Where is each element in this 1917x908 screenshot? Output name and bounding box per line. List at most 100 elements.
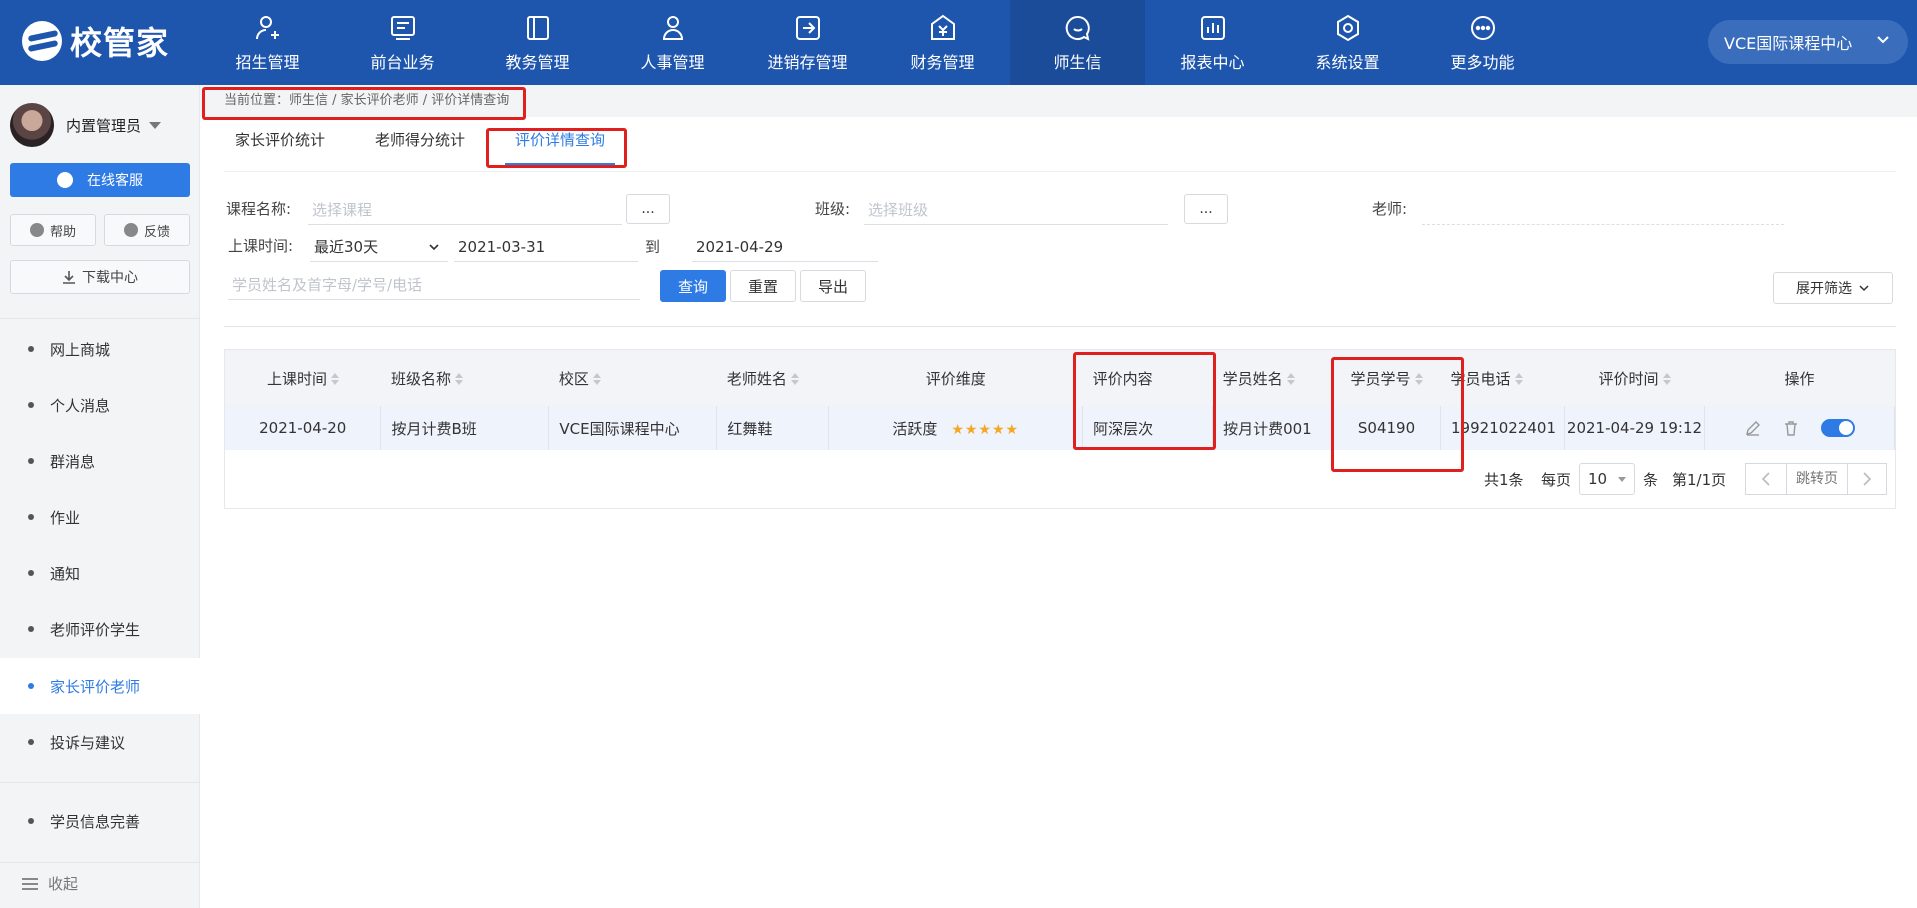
- header-label: 校区: [558, 369, 589, 388]
- sort-icon[interactable]: [1514, 373, 1523, 385]
- sidebar-item-homework[interactable]: 作业: [0, 489, 200, 545]
- col-header-class-name[interactable]: 班级名称: [380, 350, 549, 406]
- nav-item-more[interactable]: 更多功能: [1415, 0, 1550, 85]
- nav-item-front-desk[interactable]: 前台业务: [335, 0, 470, 85]
- logo[interactable]: 校管家: [22, 18, 169, 64]
- sort-icon[interactable]: [790, 373, 799, 385]
- sidebar-item-label: 学员信息完善: [50, 812, 141, 831]
- table-header-row: 上课时间 班级名称 校区 老师姓名 评价维度 评价内容 学员姓名 学员学号 学员…: [225, 350, 1895, 406]
- nav-item-settings[interactable]: 系统设置: [1280, 0, 1415, 85]
- sidebar-item-online-mall[interactable]: 网上商城: [0, 321, 200, 377]
- sidebar-item-personal-messages[interactable]: 个人消息: [0, 377, 200, 433]
- date-from-input[interactable]: [454, 232, 638, 262]
- book-icon: [526, 15, 549, 40]
- inventory-icon: [795, 15, 820, 40]
- query-button[interactable]: 查询: [660, 270, 726, 302]
- feedback-button[interactable]: 反馈: [104, 214, 190, 246]
- tab-evaluation-details[interactable]: 评价详情查询: [505, 129, 615, 165]
- sidebar-item-parent-evaluates-teacher[interactable]: 家长评价老师: [0, 658, 200, 714]
- finance-icon: [930, 14, 955, 40]
- delete-icon[interactable]: [1782, 419, 1800, 437]
- class-input[interactable]: [864, 195, 1168, 225]
- edit-icon[interactable]: [1744, 419, 1762, 437]
- export-button[interactable]: 导出: [800, 270, 866, 302]
- feedback-icon: [123, 223, 138, 237]
- to-label: 到: [645, 238, 661, 256]
- tab-parent-evaluation-stats[interactable]: 家长评价统计: [235, 129, 325, 165]
- sidebar-item-label: 作业: [50, 508, 81, 527]
- status-toggle[interactable]: [1821, 419, 1856, 438]
- bullet-icon: [28, 683, 34, 689]
- table-row[interactable]: 2021-04-20 按月计费B班 VCE国际课程中心 红舞鞋 活跃度 ★★★★★…: [225, 406, 1896, 450]
- student-search-input[interactable]: [228, 270, 640, 300]
- sort-icon[interactable]: [592, 373, 601, 385]
- expand-filter-button[interactable]: 展开筛选: [1773, 272, 1893, 304]
- campus-selector[interactable]: VCE国际课程中心: [1708, 20, 1908, 64]
- tabs-divider: [224, 171, 1896, 172]
- help-button[interactable]: 帮助: [10, 214, 96, 246]
- logo-icon: [22, 21, 62, 61]
- col-header-student-name[interactable]: 学员姓名: [1212, 350, 1333, 406]
- sidebar-item-group-messages[interactable]: 群消息: [0, 433, 200, 489]
- online-service-button[interactable]: 在线客服: [10, 163, 190, 197]
- time-range-select[interactable]: 最近30天: [310, 232, 448, 262]
- header-label: 学员姓名: [1222, 369, 1283, 388]
- logo-text: 校管家: [70, 24, 170, 62]
- course-input[interactable]: [308, 195, 622, 225]
- bullet-icon: [28, 570, 34, 576]
- sidebar-item-notices[interactable]: 通知: [0, 545, 200, 601]
- jump-page-input[interactable]: [1786, 463, 1848, 495]
- nav-item-academic[interactable]: 教务管理: [470, 0, 605, 85]
- nav-item-hr[interactable]: 人事管理: [605, 0, 740, 85]
- cell-class-name: 按月计费B班: [380, 406, 550, 450]
- header-label: 上课时间: [266, 369, 327, 388]
- nav-item-inventory[interactable]: 进销存管理: [740, 0, 875, 85]
- chevron-left-icon: [1761, 472, 1770, 486]
- sidebar-item-complaints[interactable]: 投诉与建议: [0, 714, 200, 770]
- sort-icon[interactable]: [1662, 373, 1671, 385]
- feedback-label: 反馈: [143, 224, 170, 240]
- cell-class-time: 2021-04-20: [225, 406, 382, 450]
- sidebar-item-label: 个人消息: [50, 396, 111, 415]
- collapse-sidebar-button[interactable]: 收起: [22, 873, 78, 894]
- teacher-input[interactable]: [1422, 195, 1784, 225]
- nav-label: 财务管理: [910, 52, 975, 72]
- breadcrumb: 当前位置：师生信 / 家长评价老师 / 评价详情查询: [200, 85, 1917, 117]
- sort-icon[interactable]: [1286, 373, 1295, 385]
- col-header-teacher[interactable]: 老师姓名: [716, 350, 829, 406]
- col-header-phone[interactable]: 学员电话: [1440, 350, 1565, 406]
- col-header-campus[interactable]: 校区: [548, 350, 717, 406]
- page-size-select[interactable]: 10: [1579, 463, 1635, 495]
- time-range-value: 最近30天: [314, 238, 379, 256]
- cell-actions: [1704, 406, 1896, 450]
- date-to-input[interactable]: [692, 232, 878, 262]
- sort-icon[interactable]: [330, 373, 339, 385]
- sidebar-item-label: 家长评价老师: [50, 677, 141, 696]
- sort-icon[interactable]: [1414, 373, 1423, 385]
- nav-item-finance[interactable]: 财务管理: [875, 0, 1010, 85]
- col-header-eval-time[interactable]: 评价时间: [1564, 350, 1705, 406]
- col-header-class-time[interactable]: 上课时间: [225, 350, 381, 406]
- nav-item-reports[interactable]: 报表中心: [1145, 0, 1280, 85]
- tab-teacher-score-stats[interactable]: 老师得分统计: [375, 129, 465, 165]
- header-label: 学员学号: [1350, 369, 1411, 388]
- user-profile[interactable]: 内置管理员: [10, 103, 162, 147]
- next-page-button[interactable]: [1847, 463, 1887, 495]
- total-count: 共1条: [1484, 471, 1524, 489]
- col-header-student-no[interactable]: 学员学号: [1332, 350, 1441, 406]
- reset-button[interactable]: 重置: [730, 270, 796, 302]
- rating-stars: ★★★★★: [951, 421, 1020, 438]
- prev-page-button[interactable]: [1745, 463, 1787, 495]
- course-picker-button[interactable]: ...: [626, 194, 670, 224]
- download-label: 下载中心: [82, 270, 138, 286]
- top-nav-bar: 校管家 招生管理 前台业务 教务管理 人事管理 进销存管理 财务管理 师生信 报…: [0, 0, 1917, 85]
- sort-icon[interactable]: [454, 373, 463, 385]
- sidebar-item-teacher-evaluates-student[interactable]: 老师评价学生: [0, 601, 200, 657]
- download-center-button[interactable]: 下载中心: [10, 260, 190, 294]
- sidebar-item-student-info[interactable]: 学员信息完善: [0, 793, 200, 849]
- nav-item-teacher-student[interactable]: 师生信: [1010, 0, 1145, 85]
- header-label: 评价时间: [1598, 369, 1659, 388]
- report-icon: [1200, 15, 1225, 40]
- class-picker-button[interactable]: ...: [1184, 194, 1228, 224]
- nav-item-enrollment[interactable]: 招生管理: [200, 0, 335, 85]
